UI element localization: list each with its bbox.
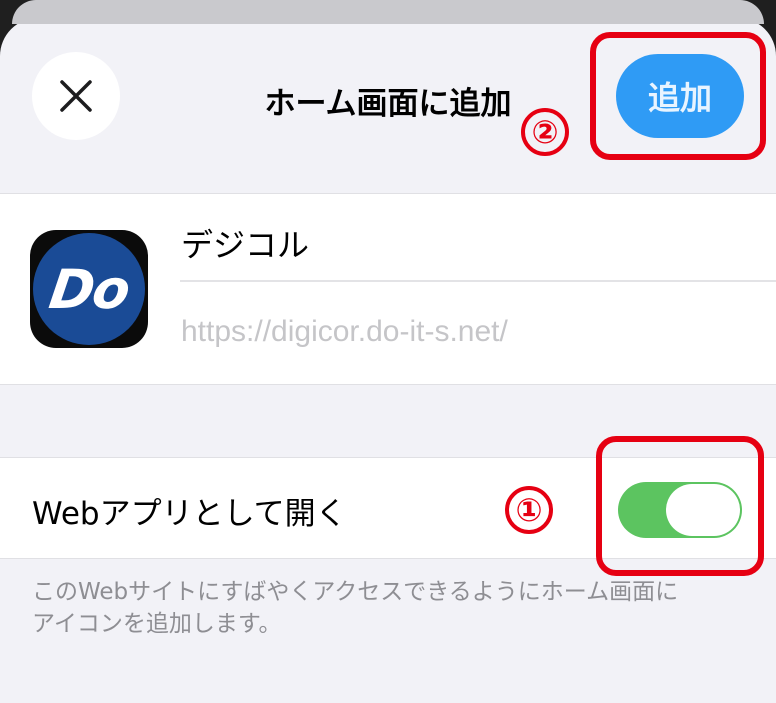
close-x-icon (60, 80, 92, 112)
app-icon: Do (30, 230, 148, 348)
annotation-box-add-button (590, 32, 766, 160)
card-divider (180, 280, 776, 282)
footnote-text: このWebサイトにすばやくアクセスできるようにホーム画面に アイコンを追加します… (32, 576, 732, 640)
app-icon-circle: Do (33, 233, 145, 345)
close-button[interactable] (32, 52, 120, 140)
footnote-line-1: このWebサイトにすばやくアクセスできるようにホーム画面に (32, 579, 679, 605)
app-url-text: https://digicor.do-it-s.net/ (181, 315, 508, 348)
footnote-line-2: アイコンを追加します。 (32, 611, 282, 637)
app-icon-logo-text: Do (45, 257, 133, 321)
annotation-box-toggle (596, 436, 764, 576)
sheet-top-strip (12, 0, 764, 24)
app-name-field[interactable]: デジコル (181, 220, 309, 266)
annotation-number-one: ① (505, 486, 553, 534)
annotation-number-two: ② (521, 108, 569, 156)
web-app-toggle-label: Webアプリとして開く (32, 496, 347, 532)
